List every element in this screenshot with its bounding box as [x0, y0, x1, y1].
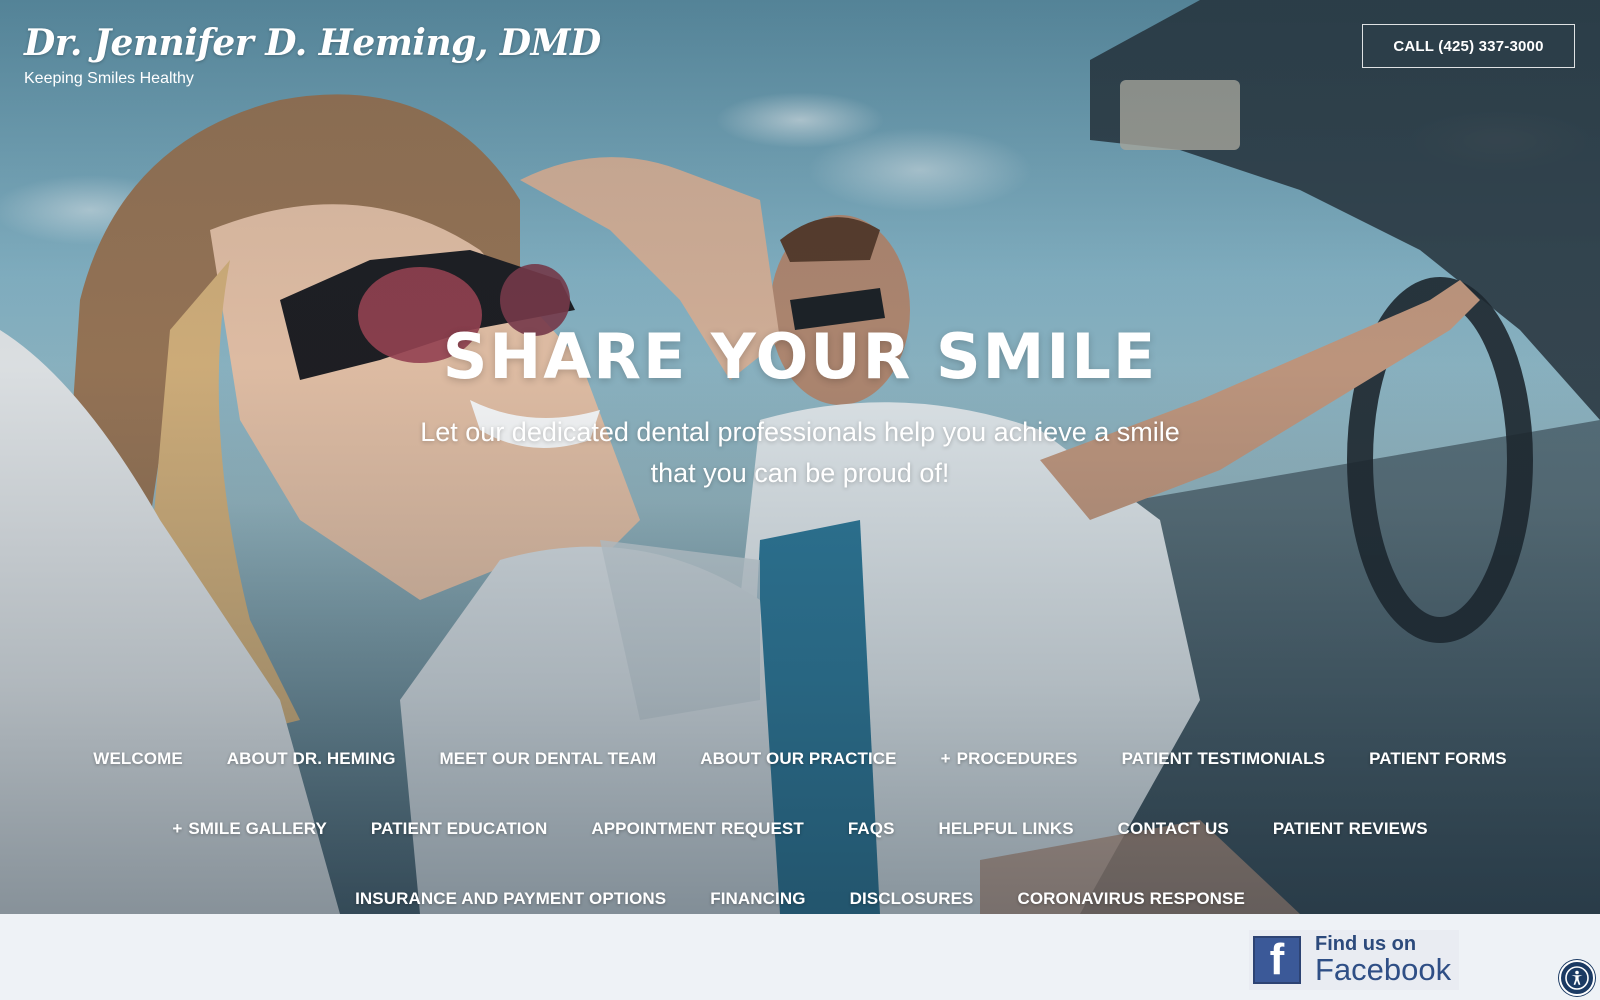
brand-title[interactable]: Dr. Jennifer D. Heming, DMD [24, 22, 601, 64]
nav-item-welcome[interactable]: WELCOME [71, 748, 204, 770]
accessibility-icon [1565, 966, 1589, 990]
nav-item-contact-us[interactable]: CONTACT US [1096, 818, 1251, 840]
nav-item-patient-education[interactable]: PATIENT EDUCATION [349, 818, 569, 840]
hero-headline: SHARE YOUR SMILE [442, 320, 1158, 393]
expand-plus-icon: + [172, 819, 183, 838]
facebook-wordmark: Facebook [1315, 952, 1452, 987]
nav-item-about-our-practice[interactable]: ABOUT OUR PRACTICE [678, 748, 918, 770]
nav-item-disclosures[interactable]: DISCLOSURES [828, 888, 996, 910]
nav-item-insurance-and-payment-options[interactable]: INSURANCE AND PAYMENT OPTIONS [333, 888, 688, 910]
nav-item-patient-forms[interactable]: PATIENT FORMS [1347, 748, 1529, 770]
nav-item-patient-testimonials[interactable]: PATIENT TESTIMONIALS [1100, 748, 1347, 770]
expand-plus-icon: + [940, 749, 951, 768]
facebook-find-us-label: Find us on [1315, 933, 1417, 955]
facebook-badge-link[interactable]: f Find us on Facebook [1249, 930, 1459, 990]
site-brand[interactable]: Dr. Jennifer D. Heming, DMD Keeping Smil… [24, 22, 601, 88]
nav-item-appointment-request[interactable]: APPOINTMENT REQUEST [569, 818, 826, 840]
brand-tagline: Keeping Smiles Healthy [24, 70, 194, 87]
nav-item-faqs[interactable]: FAQS [826, 818, 917, 840]
hero-subline: Let our dedicated dental professionals h… [420, 417, 1180, 488]
nav-item-patient-reviews[interactable]: PATIENT REVIEWS [1251, 818, 1450, 840]
nav-item-about-dr-heming[interactable]: ABOUT DR. HEMING [205, 748, 418, 770]
call-button[interactable]: CALL (425) 337-3000 [1362, 24, 1575, 68]
nav-item-helpful-links[interactable]: HELPFUL LINKS [917, 818, 1096, 840]
facebook-logo-icon: f [1253, 936, 1301, 984]
facebook-badge-text: Find us on Facebook [1315, 934, 1451, 986]
nav-item-procedures[interactable]: + PROCEDURES [919, 748, 1100, 770]
accessibility-button[interactable] [1559, 960, 1595, 996]
nav-item-financing[interactable]: FINANCING [688, 888, 827, 910]
nav-item-coronavirus-response[interactable]: CORONAVIRUS RESPONSE [995, 888, 1266, 910]
nav-item-smile-gallery[interactable]: + SMILE GALLERY [150, 818, 349, 840]
main-navigation: WELCOME ABOUT DR. HEMING MEET OUR DENTAL… [60, 748, 1540, 910]
nav-item-meet-our-dental-team[interactable]: MEET OUR DENTAL TEAM [418, 748, 679, 770]
